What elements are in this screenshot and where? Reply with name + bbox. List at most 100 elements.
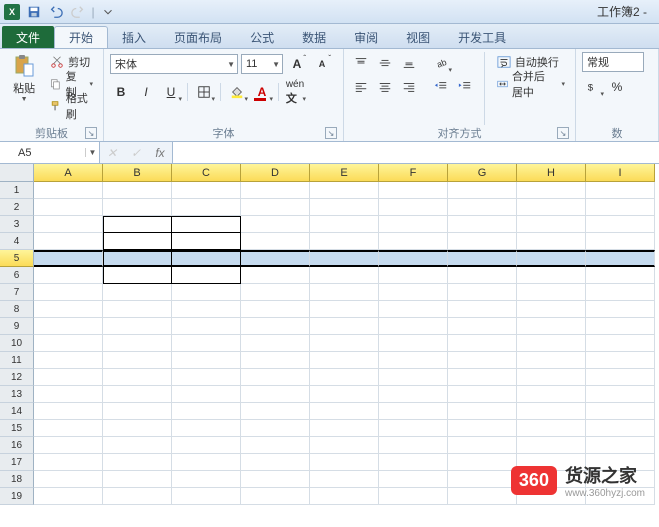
cell[interactable] — [103, 233, 172, 250]
cell[interactable] — [586, 182, 655, 199]
row-header[interactable]: 1 — [0, 182, 34, 199]
cell[interactable] — [103, 182, 172, 199]
cell[interactable] — [172, 420, 241, 437]
cell[interactable] — [241, 216, 310, 233]
bold-button[interactable]: B — [110, 81, 132, 103]
cell[interactable] — [586, 301, 655, 318]
cell[interactable] — [379, 437, 448, 454]
cells-area[interactable] — [34, 182, 659, 505]
tab-home[interactable]: 开始 — [54, 26, 108, 48]
row-header[interactable]: 19 — [0, 488, 34, 505]
paste-button[interactable]: 粘贴 ▼ — [6, 52, 42, 103]
cell[interactable] — [34, 216, 103, 233]
percent-button[interactable]: % — [606, 76, 628, 98]
cell[interactable] — [241, 318, 310, 335]
cell[interactable] — [310, 250, 379, 267]
cell[interactable] — [172, 437, 241, 454]
formula-input[interactable] — [173, 142, 659, 163]
cell[interactable] — [103, 420, 172, 437]
row-header[interactable]: 16 — [0, 437, 34, 454]
cell[interactable] — [310, 488, 379, 505]
cell[interactable] — [310, 369, 379, 386]
cell[interactable] — [172, 199, 241, 216]
cell[interactable] — [586, 318, 655, 335]
font-launcher-icon[interactable]: ↘ — [325, 127, 337, 139]
cell[interactable] — [103, 301, 172, 318]
cell[interactable] — [310, 403, 379, 420]
cell[interactable] — [586, 352, 655, 369]
font-color-button[interactable]: A▾ — [251, 81, 273, 103]
cell[interactable] — [448, 199, 517, 216]
font-size-combo[interactable]: 11▼ — [241, 54, 283, 74]
cell[interactable] — [34, 352, 103, 369]
underline-button[interactable]: U▾ — [160, 81, 182, 103]
cell[interactable] — [379, 284, 448, 301]
cell[interactable] — [448, 250, 517, 267]
cell[interactable] — [34, 420, 103, 437]
cell[interactable] — [586, 233, 655, 250]
cell[interactable] — [310, 454, 379, 471]
cell[interactable] — [241, 267, 310, 284]
cell[interactable] — [517, 352, 586, 369]
cell[interactable] — [241, 454, 310, 471]
cell[interactable] — [310, 199, 379, 216]
cell[interactable] — [34, 369, 103, 386]
name-box-dropdown-icon[interactable]: ▼ — [85, 148, 99, 157]
cell[interactable] — [241, 233, 310, 250]
tab-review[interactable]: 审阅 — [340, 26, 392, 48]
cell[interactable] — [103, 369, 172, 386]
cell[interactable] — [379, 301, 448, 318]
row-header[interactable]: 10 — [0, 335, 34, 352]
italic-button[interactable]: I — [135, 81, 157, 103]
cell[interactable] — [517, 437, 586, 454]
format-painter-button[interactable]: 格式刷 — [46, 96, 97, 116]
tab-view[interactable]: 视图 — [392, 26, 444, 48]
cell[interactable] — [517, 301, 586, 318]
cell[interactable] — [379, 454, 448, 471]
column-header[interactable]: A — [34, 164, 103, 182]
cell[interactable] — [241, 403, 310, 420]
cell[interactable] — [379, 488, 448, 505]
cell[interactable] — [310, 437, 379, 454]
cell[interactable] — [586, 199, 655, 216]
save-icon[interactable] — [24, 2, 44, 22]
cell[interactable] — [103, 454, 172, 471]
cell[interactable] — [448, 233, 517, 250]
cell[interactable] — [103, 471, 172, 488]
cell[interactable] — [310, 182, 379, 199]
cell[interactable] — [241, 420, 310, 437]
cell[interactable] — [310, 471, 379, 488]
cell[interactable] — [586, 216, 655, 233]
cell[interactable] — [172, 233, 241, 250]
cell[interactable] — [172, 403, 241, 420]
cell[interactable] — [34, 182, 103, 199]
row-header[interactable]: 11 — [0, 352, 34, 369]
cell[interactable] — [517, 182, 586, 199]
cell[interactable] — [310, 335, 379, 352]
cell[interactable] — [379, 335, 448, 352]
cell[interactable] — [241, 369, 310, 386]
cell[interactable] — [379, 233, 448, 250]
cell[interactable] — [379, 199, 448, 216]
cell[interactable] — [103, 250, 172, 267]
cell[interactable] — [448, 267, 517, 284]
cell[interactable] — [172, 216, 241, 233]
cell[interactable] — [241, 284, 310, 301]
borders-button[interactable]: ▾ — [193, 81, 215, 103]
phonetic-button[interactable]: wén文▾ — [284, 81, 306, 103]
cell[interactable] — [34, 488, 103, 505]
clipboard-launcher-icon[interactable]: ↘ — [85, 127, 97, 139]
cell[interactable] — [379, 420, 448, 437]
row-header[interactable]: 18 — [0, 471, 34, 488]
cell[interactable] — [448, 301, 517, 318]
cell[interactable] — [379, 216, 448, 233]
cell[interactable] — [448, 318, 517, 335]
alignment-launcher-icon[interactable]: ↘ — [557, 127, 569, 139]
row-header[interactable]: 14 — [0, 403, 34, 420]
row-header[interactable]: 6 — [0, 267, 34, 284]
cell[interactable] — [103, 352, 172, 369]
cell[interactable] — [34, 301, 103, 318]
align-center-button[interactable] — [374, 76, 396, 98]
cell[interactable] — [241, 335, 310, 352]
name-box[interactable]: A5 ▼ — [0, 142, 100, 163]
